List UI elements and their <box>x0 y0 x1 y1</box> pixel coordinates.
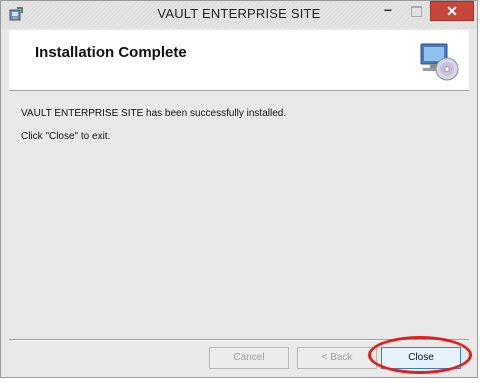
header-banner: Installation Complete <box>9 30 469 91</box>
success-message: VAULT ENTERPRISE SITE has been successfu… <box>21 108 287 119</box>
window-close-button[interactable]: ✕ <box>430 1 474 21</box>
page-title: Installation Complete <box>35 44 187 61</box>
close-button[interactable]: Close <box>381 347 461 369</box>
computer-disc-icon <box>417 42 461 82</box>
exit-instruction: Click "Close" to exit. <box>21 131 111 142</box>
maximize-button[interactable] <box>403 2 429 20</box>
content-area: VAULT ENTERPRISE SITE has been successfu… <box>9 91 469 339</box>
title-bar[interactable]: VAULT ENTERPRISE SITE − ✕ <box>1 1 477 29</box>
installer-window: VAULT ENTERPRISE SITE − ✕ Installation C… <box>0 0 478 378</box>
back-button[interactable]: < Back <box>297 347 377 369</box>
minimize-button[interactable]: − <box>375 2 401 20</box>
footer-divider <box>9 339 469 341</box>
cancel-button[interactable]: Cancel <box>209 347 289 369</box>
maximize-icon <box>411 6 422 17</box>
